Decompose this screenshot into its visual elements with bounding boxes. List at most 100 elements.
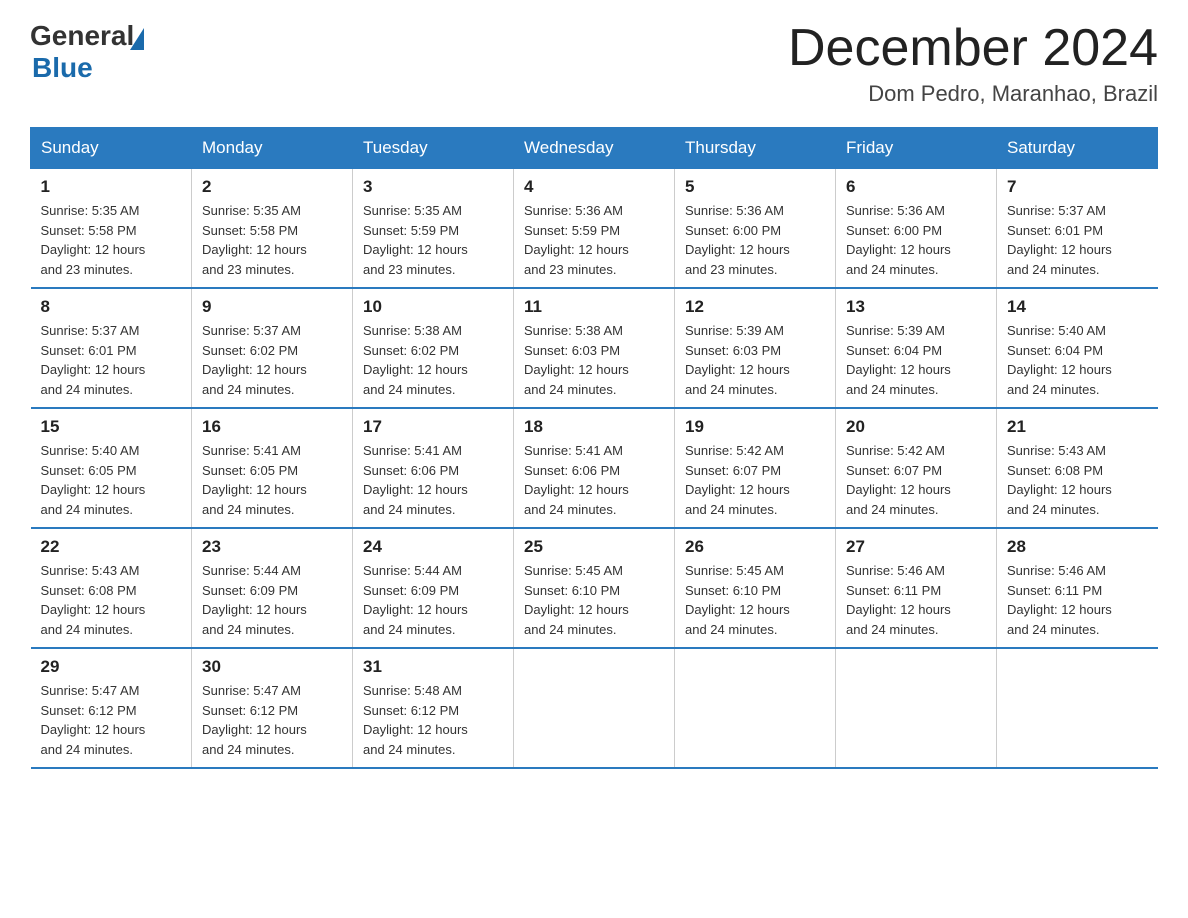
calendar-cell: 11 Sunrise: 5:38 AM Sunset: 6:03 PM Dayl…	[514, 288, 675, 408]
calendar-cell: 12 Sunrise: 5:39 AM Sunset: 6:03 PM Dayl…	[675, 288, 836, 408]
calendar-cell: 10 Sunrise: 5:38 AM Sunset: 6:02 PM Dayl…	[353, 288, 514, 408]
day-info: Sunrise: 5:41 AM Sunset: 6:06 PM Dayligh…	[363, 441, 503, 519]
day-info: Sunrise: 5:45 AM Sunset: 6:10 PM Dayligh…	[685, 561, 825, 639]
day-number: 4	[524, 177, 664, 197]
logo-triangle-icon	[130, 28, 144, 50]
day-info: Sunrise: 5:35 AM Sunset: 5:59 PM Dayligh…	[363, 201, 503, 279]
calendar-cell	[997, 648, 1158, 768]
day-number: 14	[1007, 297, 1148, 317]
logo: General Blue	[30, 20, 144, 84]
calendar-cell: 2 Sunrise: 5:35 AM Sunset: 5:58 PM Dayli…	[192, 169, 353, 289]
day-number: 12	[685, 297, 825, 317]
calendar-cell: 29 Sunrise: 5:47 AM Sunset: 6:12 PM Dayl…	[31, 648, 192, 768]
day-number: 30	[202, 657, 342, 677]
calendar-cell: 14 Sunrise: 5:40 AM Sunset: 6:04 PM Dayl…	[997, 288, 1158, 408]
calendar-cell	[675, 648, 836, 768]
calendar-cell	[514, 648, 675, 768]
calendar-cell: 5 Sunrise: 5:36 AM Sunset: 6:00 PM Dayli…	[675, 169, 836, 289]
calendar-cell: 6 Sunrise: 5:36 AM Sunset: 6:00 PM Dayli…	[836, 169, 997, 289]
calendar-cell	[836, 648, 997, 768]
day-number: 15	[41, 417, 182, 437]
calendar-cell: 27 Sunrise: 5:46 AM Sunset: 6:11 PM Dayl…	[836, 528, 997, 648]
day-info: Sunrise: 5:37 AM Sunset: 6:02 PM Dayligh…	[202, 321, 342, 399]
day-info: Sunrise: 5:43 AM Sunset: 6:08 PM Dayligh…	[41, 561, 182, 639]
calendar-cell: 28 Sunrise: 5:46 AM Sunset: 6:11 PM Dayl…	[997, 528, 1158, 648]
day-info: Sunrise: 5:37 AM Sunset: 6:01 PM Dayligh…	[1007, 201, 1148, 279]
calendar-cell: 23 Sunrise: 5:44 AM Sunset: 6:09 PM Dayl…	[192, 528, 353, 648]
day-info: Sunrise: 5:46 AM Sunset: 6:11 PM Dayligh…	[846, 561, 986, 639]
calendar-cell: 7 Sunrise: 5:37 AM Sunset: 6:01 PM Dayli…	[997, 169, 1158, 289]
day-info: Sunrise: 5:38 AM Sunset: 6:02 PM Dayligh…	[363, 321, 503, 399]
day-number: 24	[363, 537, 503, 557]
day-number: 3	[363, 177, 503, 197]
day-number: 10	[363, 297, 503, 317]
calendar-week-row: 1 Sunrise: 5:35 AM Sunset: 5:58 PM Dayli…	[31, 169, 1158, 289]
day-info: Sunrise: 5:39 AM Sunset: 6:04 PM Dayligh…	[846, 321, 986, 399]
calendar-cell: 9 Sunrise: 5:37 AM Sunset: 6:02 PM Dayli…	[192, 288, 353, 408]
day-number: 28	[1007, 537, 1148, 557]
calendar-cell: 19 Sunrise: 5:42 AM Sunset: 6:07 PM Dayl…	[675, 408, 836, 528]
month-title: December 2024	[788, 20, 1158, 77]
day-info: Sunrise: 5:40 AM Sunset: 6:05 PM Dayligh…	[41, 441, 182, 519]
calendar-table: Sunday Monday Tuesday Wednesday Thursday…	[30, 127, 1158, 769]
calendar-cell: 1 Sunrise: 5:35 AM Sunset: 5:58 PM Dayli…	[31, 169, 192, 289]
day-number: 23	[202, 537, 342, 557]
day-number: 5	[685, 177, 825, 197]
calendar-cell: 30 Sunrise: 5:47 AM Sunset: 6:12 PM Dayl…	[192, 648, 353, 768]
calendar-week-row: 15 Sunrise: 5:40 AM Sunset: 6:05 PM Dayl…	[31, 408, 1158, 528]
day-number: 25	[524, 537, 664, 557]
calendar-cell: 8 Sunrise: 5:37 AM Sunset: 6:01 PM Dayli…	[31, 288, 192, 408]
day-info: Sunrise: 5:48 AM Sunset: 6:12 PM Dayligh…	[363, 681, 503, 759]
day-info: Sunrise: 5:37 AM Sunset: 6:01 PM Dayligh…	[41, 321, 182, 399]
day-info: Sunrise: 5:42 AM Sunset: 6:07 PM Dayligh…	[846, 441, 986, 519]
calendar-cell: 24 Sunrise: 5:44 AM Sunset: 6:09 PM Dayl…	[353, 528, 514, 648]
location-title: Dom Pedro, Maranhao, Brazil	[788, 81, 1158, 107]
calendar-cell: 16 Sunrise: 5:41 AM Sunset: 6:05 PM Dayl…	[192, 408, 353, 528]
day-number: 26	[685, 537, 825, 557]
day-info: Sunrise: 5:38 AM Sunset: 6:03 PM Dayligh…	[524, 321, 664, 399]
day-number: 6	[846, 177, 986, 197]
day-info: Sunrise: 5:42 AM Sunset: 6:07 PM Dayligh…	[685, 441, 825, 519]
day-info: Sunrise: 5:35 AM Sunset: 5:58 PM Dayligh…	[41, 201, 182, 279]
day-number: 27	[846, 537, 986, 557]
day-info: Sunrise: 5:47 AM Sunset: 6:12 PM Dayligh…	[41, 681, 182, 759]
col-thursday: Thursday	[675, 128, 836, 169]
calendar-week-row: 8 Sunrise: 5:37 AM Sunset: 6:01 PM Dayli…	[31, 288, 1158, 408]
calendar-cell: 4 Sunrise: 5:36 AM Sunset: 5:59 PM Dayli…	[514, 169, 675, 289]
day-number: 31	[363, 657, 503, 677]
page-header: General Blue December 2024 Dom Pedro, Ma…	[30, 20, 1158, 107]
day-number: 8	[41, 297, 182, 317]
calendar-week-row: 22 Sunrise: 5:43 AM Sunset: 6:08 PM Dayl…	[31, 528, 1158, 648]
calendar-cell: 13 Sunrise: 5:39 AM Sunset: 6:04 PM Dayl…	[836, 288, 997, 408]
title-section: December 2024 Dom Pedro, Maranhao, Brazi…	[788, 20, 1158, 107]
day-number: 1	[41, 177, 182, 197]
calendar-cell: 26 Sunrise: 5:45 AM Sunset: 6:10 PM Dayl…	[675, 528, 836, 648]
day-number: 17	[363, 417, 503, 437]
day-number: 11	[524, 297, 664, 317]
calendar-cell: 3 Sunrise: 5:35 AM Sunset: 5:59 PM Dayli…	[353, 169, 514, 289]
logo-text-general: General	[30, 20, 134, 52]
day-info: Sunrise: 5:36 AM Sunset: 6:00 PM Dayligh…	[846, 201, 986, 279]
day-number: 21	[1007, 417, 1148, 437]
calendar-cell: 31 Sunrise: 5:48 AM Sunset: 6:12 PM Dayl…	[353, 648, 514, 768]
col-tuesday: Tuesday	[353, 128, 514, 169]
day-info: Sunrise: 5:47 AM Sunset: 6:12 PM Dayligh…	[202, 681, 342, 759]
day-number: 20	[846, 417, 986, 437]
calendar-cell: 25 Sunrise: 5:45 AM Sunset: 6:10 PM Dayl…	[514, 528, 675, 648]
day-number: 13	[846, 297, 986, 317]
col-wednesday: Wednesday	[514, 128, 675, 169]
day-number: 7	[1007, 177, 1148, 197]
day-info: Sunrise: 5:36 AM Sunset: 6:00 PM Dayligh…	[685, 201, 825, 279]
calendar-cell: 15 Sunrise: 5:40 AM Sunset: 6:05 PM Dayl…	[31, 408, 192, 528]
calendar-cell: 21 Sunrise: 5:43 AM Sunset: 6:08 PM Dayl…	[997, 408, 1158, 528]
day-info: Sunrise: 5:43 AM Sunset: 6:08 PM Dayligh…	[1007, 441, 1148, 519]
day-info: Sunrise: 5:44 AM Sunset: 6:09 PM Dayligh…	[363, 561, 503, 639]
day-info: Sunrise: 5:45 AM Sunset: 6:10 PM Dayligh…	[524, 561, 664, 639]
calendar-cell: 22 Sunrise: 5:43 AM Sunset: 6:08 PM Dayl…	[31, 528, 192, 648]
col-monday: Monday	[192, 128, 353, 169]
day-info: Sunrise: 5:41 AM Sunset: 6:05 PM Dayligh…	[202, 441, 342, 519]
day-info: Sunrise: 5:44 AM Sunset: 6:09 PM Dayligh…	[202, 561, 342, 639]
day-number: 22	[41, 537, 182, 557]
day-info: Sunrise: 5:40 AM Sunset: 6:04 PM Dayligh…	[1007, 321, 1148, 399]
day-number: 9	[202, 297, 342, 317]
